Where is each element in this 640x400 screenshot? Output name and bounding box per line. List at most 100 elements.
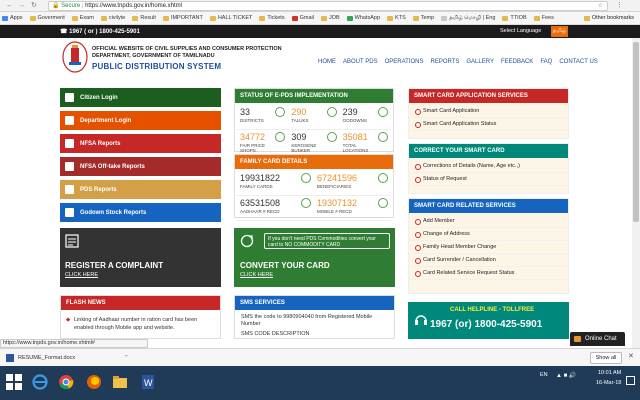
bookmark-1[interactable]: Goverment — [29, 15, 65, 21]
convert-click-here[interactable]: CLICK HERE — [240, 272, 273, 278]
browser-address-bar: ← → ↻ 🔒 Secure | https://www.tnpds.gov.i… — [0, 0, 640, 12]
stat-number: 67241596 — [317, 173, 358, 183]
related-link-0[interactable]: Add Member — [409, 215, 568, 228]
stat-icon — [326, 107, 337, 117]
chevron-up-icon[interactable]: ⌃ — [124, 352, 129, 364]
page-scrollbar[interactable] — [632, 38, 640, 348]
family-card-panel: FAMILY CARD DETAILS 19931822 FAMILY CARDS… — [234, 154, 394, 221]
bookmark-5[interactable]: IMPORTANT — [162, 15, 203, 21]
flash-news-title: FLASH NEWS — [61, 296, 220, 310]
bookmark-label: Fees — [541, 15, 554, 21]
pds-logo-text[interactable]: PUBLIC DISTRIBUTION SYSTEM — [92, 62, 221, 71]
windows-start-icon[interactable] — [6, 374, 22, 390]
forward-icon[interactable]: → — [18, 1, 25, 11]
internet-explorer-icon[interactable] — [32, 374, 48, 390]
url-input[interactable]: 🔒 Secure | https://www.tnpds.gov.in/home… — [48, 1, 608, 11]
bookmark-label: Temp — [420, 15, 435, 21]
nav-item-4[interactable]: GALLERY — [466, 59, 494, 65]
flash-news-panel: FLASH NEWS ◆ Linking of Aadhaar number i… — [60, 295, 221, 339]
nav-item-5[interactable]: FEEDBACK — [501, 59, 533, 65]
tray-icons[interactable]: ▲ ■ 🔊 — [556, 372, 576, 379]
show-all-button[interactable]: Show all — [590, 352, 622, 364]
bookmark-6[interactable]: HALL TICKET — [209, 15, 252, 21]
folder-icon — [320, 15, 327, 21]
bookmark-7[interactable]: Tickets — [259, 15, 285, 21]
related-link-2[interactable]: Family Head Member Change — [409, 241, 568, 254]
family-stat-3: 19307132 MOBILE # RECD — [314, 196, 391, 221]
bookmark-label: JOB — [328, 15, 340, 21]
left-menu-item-2[interactable]: NFSA Reports — [60, 134, 221, 153]
nav-item-0[interactable]: HOME — [318, 59, 336, 65]
nav-item-3[interactable]: REPORTS — [430, 59, 459, 65]
menu-item-icon — [65, 162, 74, 171]
firefox-icon[interactable] — [86, 374, 102, 390]
folder-icon — [387, 15, 394, 21]
menu-icon[interactable]: ⋮ — [616, 1, 623, 11]
bookmark-3[interactable]: civilyte — [100, 15, 125, 21]
convert-card-banner[interactable]: If you don't need PDS Commodities conver… — [234, 228, 395, 287]
bookmark-10[interactable]: WhatsApp — [346, 15, 380, 21]
reload-icon[interactable]: ↻ — [31, 1, 37, 11]
bookmark-0[interactable]: Apps — [2, 15, 23, 21]
notification-icon[interactable] — [626, 376, 635, 385]
epds-stat-1: 290 TALUKS — [288, 105, 340, 130]
left-menu-item-5[interactable]: Godown Stock Reports — [60, 203, 221, 222]
close-icon[interactable]: ✕ — [628, 352, 634, 360]
correct-link-1[interactable]: Status of Request — [409, 173, 568, 186]
file-explorer-icon[interactable] — [112, 374, 128, 390]
nav-item-1[interactable]: ABOUT PDS — [343, 59, 378, 65]
chrome-icon[interactable] — [58, 374, 74, 390]
online-chat-button[interactable]: Online Chat — [570, 332, 625, 346]
back-icon[interactable]: ← — [6, 1, 13, 11]
related-link-1[interactable]: Change of Address — [409, 228, 568, 241]
stat-text: 63531508 AADHAAR # RECD — [240, 198, 280, 218]
stat-number: 63531508 — [240, 198, 281, 208]
nav-item-2[interactable]: OPERATIONS — [385, 59, 424, 65]
stat-label: DISTRICTS — [240, 118, 264, 123]
epds-title: STATUS OF E-PDS IMPLEMENTATION — [235, 89, 393, 103]
bookmark-8[interactable]: Gmail — [291, 15, 314, 21]
complaint-icon — [65, 234, 79, 248]
nav-item-6[interactable]: FAQ — [540, 59, 552, 65]
bookmark-9[interactable]: JOB — [320, 15, 340, 21]
bookmark-12[interactable]: Temp — [412, 15, 435, 21]
correct-link-0[interactable]: Corrections of Details (Name, Age etc.,) — [409, 160, 568, 173]
download-item[interactable]: RESUME_Format.docx ⌃ — [4, 352, 139, 364]
left-menu-item-3[interactable]: NFSA Off-take Reports — [60, 157, 221, 176]
other-bookmarks[interactable]: Other bookmarks — [583, 15, 634, 21]
nav-item-7[interactable]: CONTACT US — [559, 59, 597, 65]
smart_app-link-0[interactable]: Smart Card Application — [409, 105, 568, 118]
smart-app-title: SMART CARD APPLICATION SERVICES — [409, 89, 568, 103]
related-link-4[interactable]: Card Related Service Request Status — [409, 267, 568, 280]
register-click-here[interactable]: CLICK HERE — [65, 272, 98, 278]
online-chat-label: Online Chat — [585, 336, 617, 342]
left-menu-item-0[interactable]: Citizen Login — [60, 88, 221, 107]
word-icon[interactable]: W — [140, 374, 156, 390]
bookmark-2[interactable]: Exam — [71, 15, 94, 21]
bookmark-14[interactable]: TTIOB — [502, 15, 527, 21]
status-url: https://www.tnpds.gov.in/home.xhtml# — [0, 339, 148, 348]
smart_app-link-1[interactable]: Smart Card Application Status — [409, 118, 568, 131]
bookmark-13[interactable]: தமிழ் மொழி | Eng — [441, 15, 495, 22]
helpline-box-number: 1967 (or) 1800-425-5901 — [430, 319, 543, 330]
select-language[interactable]: Select Language — [500, 28, 541, 34]
scrollbar-thumb[interactable] — [633, 42, 639, 222]
stat-icon — [275, 107, 286, 117]
flash-news-item[interactable]: ◆ Linking of Aadhaar number in ration ca… — [61, 310, 220, 332]
download-filename: RESUME_Format.docx — [18, 355, 76, 361]
related-link-3[interactable]: Card Surrender / Cancellation — [409, 254, 568, 267]
bookmark-15[interactable]: Fees — [533, 15, 554, 21]
smart-card-related-panel: SMART CARD RELATED SERVICES Add Member Ch… — [408, 198, 569, 294]
left-menu-item-1[interactable]: Department Login — [60, 111, 221, 130]
folder-icon — [100, 15, 107, 21]
left-menu-item-4[interactable]: PDS Reports — [60, 180, 221, 199]
language-indicator[interactable]: EN — [540, 372, 548, 378]
bookmark-11[interactable]: KTS — [387, 15, 406, 21]
register-complaint-banner[interactable]: REGISTER A COMPLAINT CLICK HERE — [60, 228, 221, 287]
stat-number: 309 — [291, 132, 307, 142]
tamil-language-button[interactable]: தமிழ் — [551, 26, 568, 37]
bookmark-4[interactable]: Result — [132, 15, 156, 21]
convert-title: CONVERT YOUR CARD — [240, 261, 330, 270]
star-icon[interactable]: ☆ — [598, 2, 603, 10]
epds-stats: 33 DISTRICTS 290 TALUKS 239 GODOWNS 34772 FAIR … — [235, 103, 393, 157]
